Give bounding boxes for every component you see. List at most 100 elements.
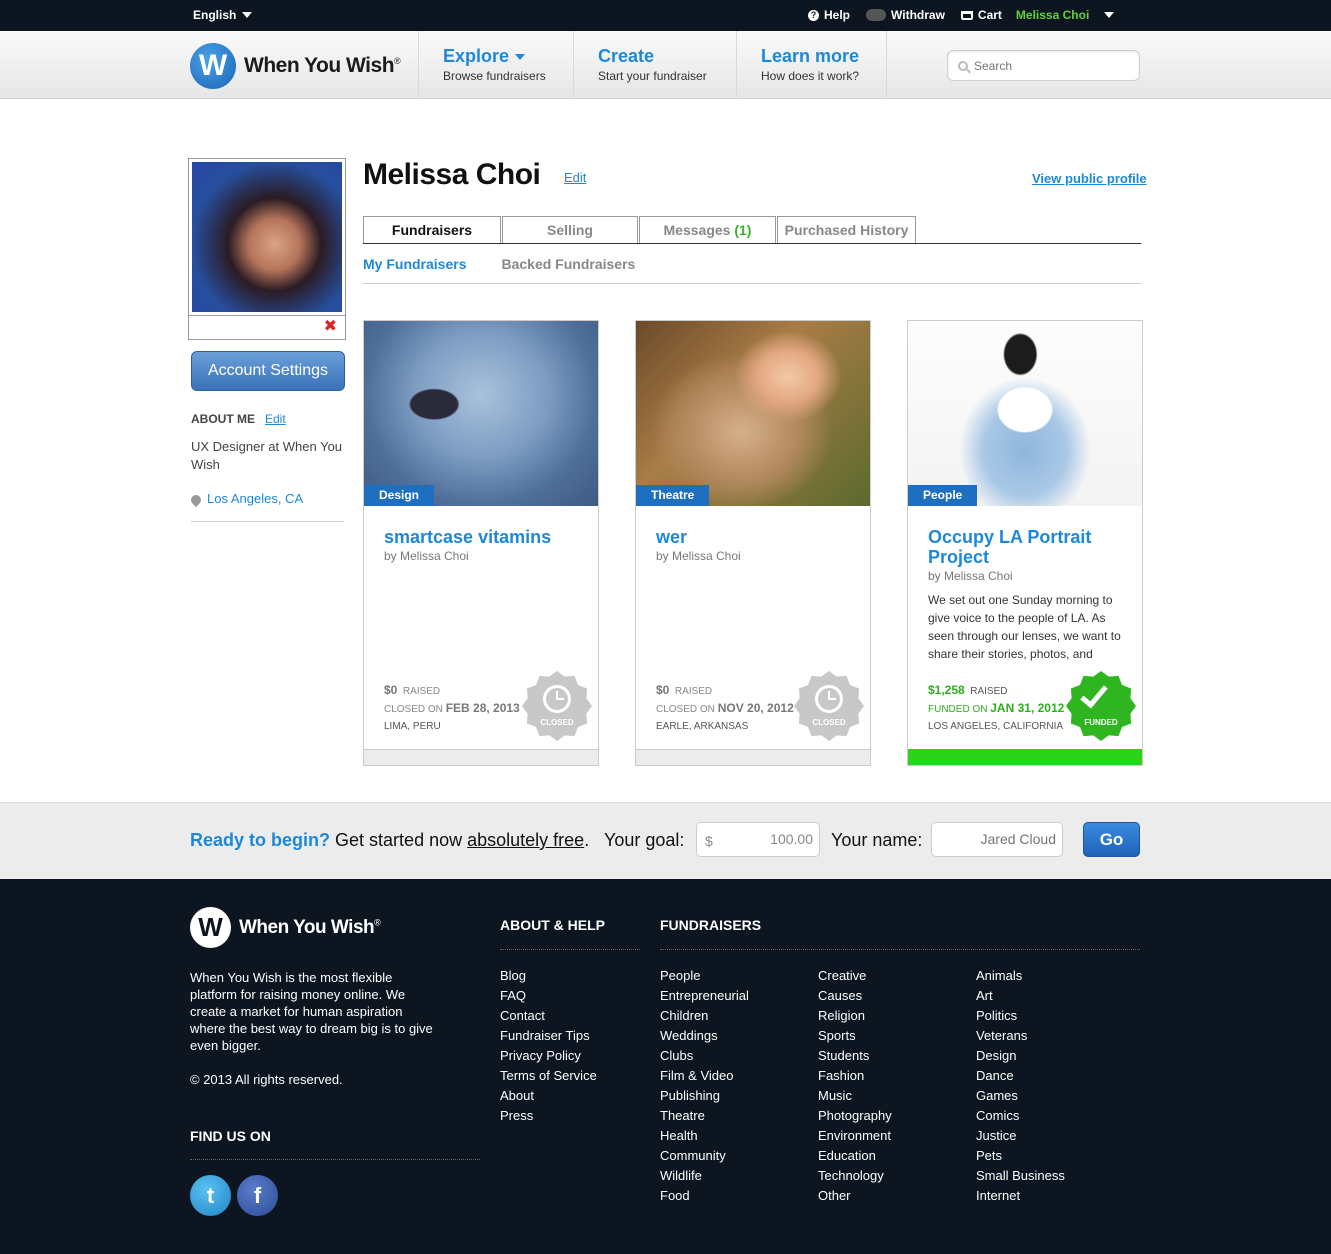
category-link[interactable]: Small Business (976, 1166, 1065, 1186)
withdraw-label: Withdraw (891, 8, 945, 22)
twitter-icon[interactable]: t (190, 1175, 231, 1216)
footer-link[interactable]: Terms of Service (500, 1066, 597, 1086)
status-badge: FUNDED (1066, 671, 1136, 741)
goal-input[interactable] (718, 831, 813, 847)
category-link[interactable]: Veterans (976, 1026, 1065, 1046)
fundraiser-image[interactable] (364, 321, 598, 506)
category-link[interactable]: Food (660, 1186, 749, 1206)
delete-photo-icon[interactable]: ✖ (324, 319, 337, 335)
category-link[interactable]: Art (976, 986, 1065, 1006)
tab-selling[interactable]: Selling (502, 216, 638, 244)
category-link[interactable]: Dance (976, 1066, 1065, 1086)
profile-name: Melissa Choi (363, 158, 541, 191)
category-link[interactable]: Comics (976, 1106, 1065, 1126)
language-selector[interactable]: English (193, 8, 253, 22)
cart-link[interactable]: Cart (960, 8, 1002, 22)
fundraiser-title[interactable]: Occupy LA Portrait Project (928, 527, 1128, 567)
category-link[interactable]: Creative (818, 966, 892, 986)
tab-purchased-history[interactable]: Purchased History (777, 216, 916, 244)
category-badge[interactable]: People (908, 485, 978, 506)
footer-link[interactable]: Contact (500, 1006, 597, 1026)
footer-link[interactable]: Privacy Policy (500, 1046, 597, 1066)
category-link[interactable]: Technology (818, 1166, 892, 1186)
category-link[interactable]: Weddings (660, 1026, 749, 1046)
category-link[interactable]: Education (818, 1146, 892, 1166)
footer-logo-mark: W (190, 907, 231, 948)
category-link[interactable]: Pets (976, 1146, 1065, 1166)
category-badge[interactable]: Theatre (636, 485, 710, 506)
category-link[interactable]: Children (660, 1006, 749, 1026)
go-button[interactable]: Go (1083, 822, 1140, 857)
category-link[interactable]: Students (818, 1046, 892, 1066)
fundraiser-card[interactable]: Design smartcase vitamins by Melissa Cho… (363, 320, 599, 766)
fundraiser-image[interactable] (908, 321, 1142, 506)
nav-create[interactable]: Create Start your fundraiser (573, 31, 736, 99)
category-link[interactable]: Music (818, 1086, 892, 1106)
account-settings-button[interactable]: Account Settings (191, 351, 345, 391)
category-link[interactable]: Design (976, 1046, 1065, 1066)
category-link[interactable]: Internet (976, 1186, 1065, 1206)
category-link[interactable]: Religion (818, 1006, 892, 1026)
location-link[interactable]: Los Angeles, CA (207, 491, 303, 506)
footer-link[interactable]: FAQ (500, 986, 597, 1006)
category-link[interactable]: Theatre (660, 1106, 749, 1126)
category-link[interactable]: Wildlife (660, 1166, 749, 1186)
nav-learn-more[interactable]: Learn more How does it work? (736, 31, 887, 99)
category-link[interactable]: People (660, 966, 749, 986)
piggy-bank-icon (866, 9, 887, 21)
footer-logo[interactable]: W When You Wish® (190, 907, 381, 948)
fundraiser-card[interactable]: Theatre wer by Melissa Choi $0 RAISED CL… (635, 320, 871, 766)
fundraiser-title[interactable]: smartcase vitamins (384, 527, 584, 547)
category-link[interactable]: Film & Video (660, 1066, 749, 1086)
about-me-edit-link[interactable]: Edit (265, 412, 286, 426)
category-link[interactable]: Animals (976, 966, 1065, 986)
fundraiser-category-links: Animals Art Politics Veterans Design Dan… (976, 966, 1065, 1206)
view-public-profile-link[interactable]: View public profile (1032, 171, 1147, 186)
fundraiser-image[interactable] (636, 321, 870, 506)
logo[interactable]: W When You Wish® (190, 43, 401, 89)
nav-create-sub: Start your fundraiser (598, 69, 707, 83)
tab-messages[interactable]: Messages (1) (639, 216, 776, 244)
withdraw-link[interactable]: Withdraw (866, 8, 945, 22)
category-link[interactable]: Games (976, 1086, 1065, 1106)
facebook-icon[interactable]: f (237, 1175, 278, 1216)
category-link[interactable]: Photography (818, 1106, 892, 1126)
category-link[interactable]: Clubs (660, 1046, 749, 1066)
help-link[interactable]: ? Help (808, 8, 850, 22)
fundraiser-title[interactable]: wer (656, 527, 856, 547)
footer-link[interactable]: Fundraiser Tips (500, 1026, 597, 1046)
category-link[interactable]: Sports (818, 1026, 892, 1046)
footer-link[interactable]: About (500, 1086, 597, 1106)
category-link[interactable]: Justice (976, 1126, 1065, 1146)
category-link[interactable]: Health (660, 1126, 749, 1146)
category-link[interactable]: Causes (818, 986, 892, 1006)
footer-link[interactable]: Blog (500, 966, 597, 986)
category-link[interactable]: Community (660, 1146, 749, 1166)
footer-link[interactable]: Press (500, 1106, 597, 1126)
category-link[interactable]: Politics (976, 1006, 1065, 1026)
fundraiser-category-links: Creative Causes Religion Sports Students… (818, 966, 892, 1206)
search-input[interactable] (974, 58, 1124, 73)
profile-edit-link[interactable]: Edit (564, 170, 586, 185)
nav-explore[interactable]: Explore Browse fundraisers (418, 31, 573, 99)
footer-about-text: When You Wish is the most flexible platf… (190, 970, 433, 1053)
category-link[interactable]: Other (818, 1186, 892, 1206)
fundraiser-stats: $0 RAISED CLOSED ON FEB 28, 2013 LIMA, P… (384, 682, 520, 735)
category-link[interactable]: Fashion (818, 1066, 892, 1086)
category-link[interactable]: Entrepreneurial (660, 986, 749, 1006)
tab-fundraisers[interactable]: Fundraisers (363, 216, 501, 244)
name-input[interactable] (938, 831, 1056, 847)
avatar (192, 162, 342, 312)
search-icon (958, 60, 968, 71)
subtab-backed-fundraisers[interactable]: Backed Fundraisers (501, 256, 635, 272)
category-link[interactable]: Environment (818, 1126, 892, 1146)
cta-text: Ready to begin? Get started now absolute… (190, 830, 590, 850)
category-link[interactable]: Publishing (660, 1086, 749, 1106)
user-menu[interactable]: Melissa Choi (1016, 8, 1115, 22)
cta-free-link[interactable]: absolutely free (467, 830, 584, 850)
profile-tabs: Fundraisers Selling Messages (1) Purchas… (363, 216, 917, 244)
category-badge[interactable]: Design (364, 485, 435, 506)
fundraiser-card[interactable]: People Occupy LA Portrait Project by Mel… (907, 320, 1143, 766)
card-footer (636, 749, 870, 765)
subtab-my-fundraisers[interactable]: My Fundraisers (363, 256, 466, 272)
